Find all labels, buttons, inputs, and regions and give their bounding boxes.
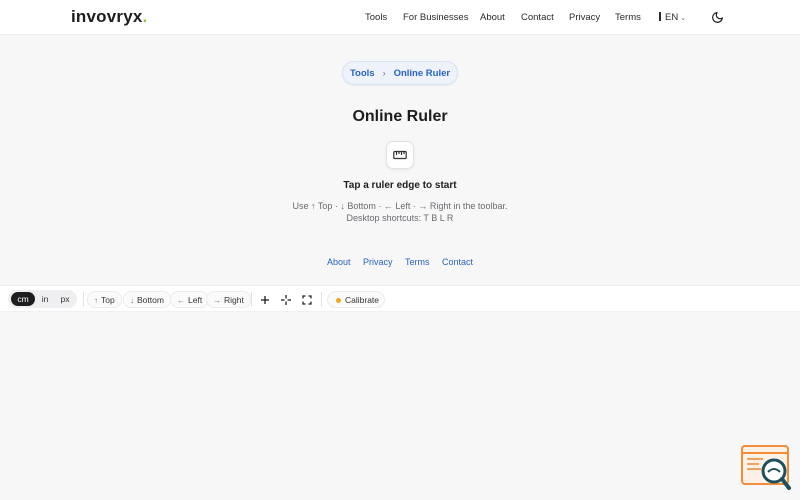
footer-links: About Privacy Terms Contact [0, 257, 800, 267]
edge-right-label: Right [224, 295, 244, 305]
nav-privacy[interactable]: Privacy [569, 12, 600, 23]
flag-icon [659, 12, 661, 21]
arrow-down-icon: ↓ [130, 296, 134, 305]
nav-tools[interactable]: Tools [365, 12, 387, 23]
calibrate-button[interactable]: Calibrate [327, 291, 385, 308]
footer-link-contact[interactable]: Contact [442, 257, 473, 267]
breadcrumb-tools[interactable]: Tools [350, 68, 375, 79]
ruler-toolbar: cm in px ↑ Top ↓ Bottom ← Left → Right Calib… [0, 285, 800, 312]
ruler-icon [393, 150, 407, 160]
edge-top-label: Top [101, 295, 115, 305]
nav-contact[interactable]: Contact [521, 12, 554, 23]
breadcrumb-separator: › [382, 68, 386, 78]
edge-right-button[interactable]: → Right [206, 291, 251, 308]
chevron-down-icon: ⌄ [680, 15, 687, 22]
plus-icon [261, 296, 269, 304]
footer-link-privacy[interactable]: Privacy [363, 257, 393, 267]
crosshair-icon [281, 295, 291, 305]
language-label: EN [665, 12, 679, 23]
edge-bottom-button[interactable]: ↓ Bottom [123, 291, 171, 308]
arrow-right-icon: → [213, 296, 221, 305]
hint-shortcuts: Desktop shortcuts: T B L R [346, 213, 454, 223]
crosshair-button[interactable] [280, 293, 292, 305]
language-selector[interactable]: EN ⌄ [659, 12, 686, 23]
edge-top-button[interactable]: ↑ Top [87, 291, 122, 308]
nav-about[interactable]: About [480, 12, 505, 23]
moon-icon [712, 12, 723, 23]
breadcrumb: Tools › Online Ruler [342, 61, 458, 85]
status-dot [336, 298, 341, 303]
feedback-widget-button[interactable] [741, 445, 791, 490]
site-header: invovryx. Tools For Businesses About Con… [0, 0, 800, 35]
edge-left-label: Left [188, 295, 203, 305]
calibrate-label: Calibrate [345, 295, 380, 305]
unit-px-button[interactable]: px [56, 292, 74, 306]
hint-title: Tap a ruler edge to start [343, 180, 457, 191]
theme-toggle-button[interactable] [711, 11, 724, 24]
add-ruler-button[interactable] [259, 293, 271, 305]
footer-link-about[interactable]: About [327, 257, 351, 267]
toolbar-divider [83, 292, 84, 307]
fullscreen-button[interactable] [301, 293, 313, 305]
hint-instructions: Use ↑ Top · ↓ Bottom · ← Left · → Right … [292, 201, 508, 211]
edge-bottom-label: Bottom [137, 295, 164, 305]
nav-terms[interactable]: Terms [615, 12, 641, 23]
feedback-search-icon [741, 445, 791, 490]
toolbar-divider [251, 292, 252, 307]
unit-selector: cm in px [8, 290, 77, 308]
nav-for-businesses[interactable]: For Businesses [403, 12, 468, 23]
page-title: Online Ruler [352, 108, 448, 125]
footer-link-terms[interactable]: Terms [405, 257, 430, 267]
arrow-left-icon: ← [177, 296, 185, 305]
toolbar-divider [321, 292, 322, 307]
edge-left-button[interactable]: ← Left [170, 291, 210, 308]
fullscreen-icon [302, 295, 312, 305]
arrow-up-icon: ↑ [94, 296, 98, 305]
ruler-tile [386, 141, 414, 169]
unit-in-button[interactable]: in [37, 292, 53, 306]
breadcrumb-current: Online Ruler [393, 67, 451, 79]
unit-cm-button[interactable]: cm [11, 292, 35, 306]
